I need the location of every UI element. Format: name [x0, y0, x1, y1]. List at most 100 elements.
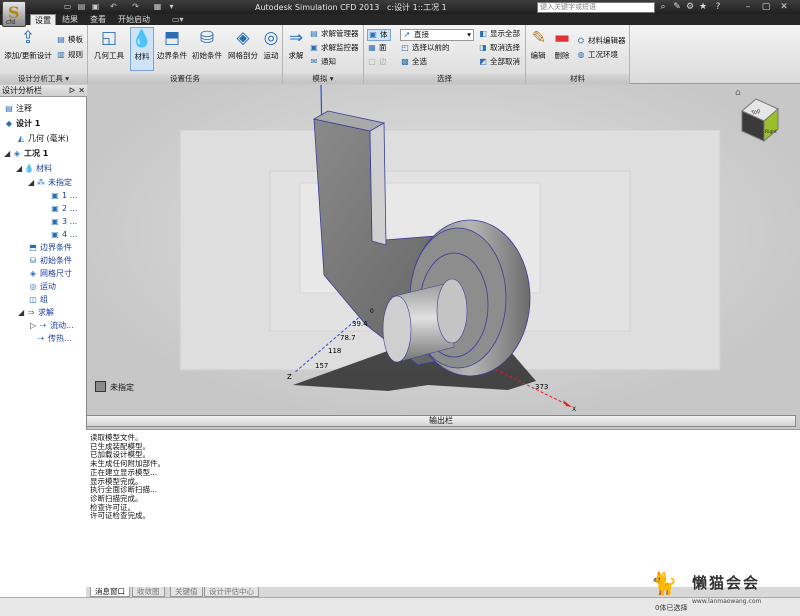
solve-monitor-button[interactable]: ▣ 求解监控器: [309, 43, 358, 53]
legend-label: 未指定: [110, 383, 134, 392]
open-file-icon[interactable]: ▤: [76, 2, 87, 12]
deselect-icon: ◨: [479, 43, 487, 52]
z-tick-label: 78.7: [340, 334, 356, 342]
tab-options-icon[interactable]: ▭▾: [168, 14, 188, 25]
undo-icon[interactable]: ↶: [108, 2, 119, 12]
tree-item-initial-conditions[interactable]: ⛁ 初始条件: [28, 255, 72, 266]
geometry-tools-icon: ◱: [100, 28, 118, 48]
z-tick-label: 39.4: [352, 320, 368, 328]
tab-critical-values[interactable]: 关键值: [170, 587, 203, 597]
model-view[interactable]: 39.4 78.7 118 157 373 0 Z X ⌂ Top Right: [88, 84, 800, 413]
tree-item-solve[interactable]: ◢ ⇒ 求解: [18, 307, 54, 318]
collapse-icon[interactable]: ◢: [4, 148, 10, 159]
title-bar: ▭ ▤ ▣ ↶ ↷ ▦ ▾ Autodesk Simulation CFD 20…: [0, 0, 800, 14]
new-file-icon[interactable]: ▭: [62, 2, 73, 12]
materials-button[interactable]: 💧 材料: [130, 27, 154, 71]
deselect-all-button[interactable]: ◩ 全部取消: [478, 57, 520, 67]
show-all-button[interactable]: ◧ 显示全部: [478, 29, 520, 39]
network-icon[interactable]: ⚙: [684, 1, 696, 13]
select-volume-button[interactable]: ▣ 体: [367, 29, 391, 41]
pin-icon[interactable]: ᐅ: [69, 85, 75, 97]
design-study-bar: 设计分析栏 ᐅ ✕ ▤ 注释 ◆ 设计 1 ◭ 几何 (毫米) ◢ ◈ 工况 1 ◢ 💧 材料 ◢…: [0, 85, 87, 616]
z-tick-label: 157: [315, 362, 328, 370]
search-input[interactable]: 键入关键字或短语: [537, 2, 655, 13]
tree-item-part[interactable]: ▣ 1 ...: [50, 190, 77, 201]
mesh-icon: ◈: [236, 28, 250, 48]
tab-getting-started[interactable]: 开始启动: [114, 14, 154, 25]
favorites-icon[interactable]: ★: [697, 1, 709, 13]
boundary-conditions-button[interactable]: ⬒ 边界条件: [156, 27, 188, 60]
template-button[interactable]: ▤ 模板: [56, 35, 83, 45]
tree-item-part[interactable]: ▣ 3 ...: [50, 216, 77, 227]
material-editor-button[interactable]: ⛭ 材料编辑器: [576, 36, 626, 46]
tree-item-heat-transfer[interactable]: ⇢ 传热...: [36, 333, 72, 344]
deselect-button[interactable]: ◨ 取消选择: [478, 43, 520, 53]
tree-item-notes[interactable]: ▤ 注释: [4, 103, 32, 114]
delete-button[interactable]: ▬ 删除: [550, 27, 574, 60]
initial-conditions-button[interactable]: ⛁ 初始条件: [190, 27, 224, 60]
tree-item-groups[interactable]: ◫ 组: [28, 294, 48, 305]
selection-mode-dropdown[interactable]: ➚ 直接 ▾: [400, 29, 474, 41]
help-icon[interactable]: ?: [712, 1, 724, 13]
tree-item-part[interactable]: ▣ 2 ...: [50, 203, 77, 214]
tree-item-mesh-size[interactable]: ◈ 网格尺寸: [28, 268, 72, 279]
select-surface-button[interactable]: ▦ 面: [367, 43, 386, 53]
application-menu-button[interactable]: Scfd: [2, 1, 26, 27]
motion-button[interactable]: ◎ 运动: [260, 27, 282, 60]
view-cube[interactable]: ⌂ Top Right: [735, 88, 779, 143]
boundary-conditions-icon: ⬒: [163, 28, 181, 48]
edit-button[interactable]: ✎ 编辑: [528, 27, 548, 60]
tree-item-boundary-conditions[interactable]: ⬒ 边界条件: [28, 242, 72, 253]
group-label: 选择: [364, 74, 525, 84]
tools-icon[interactable]: ✎: [671, 1, 683, 13]
collapse-icon[interactable]: ◢: [28, 177, 34, 188]
maximize-icon[interactable]: ▢: [760, 1, 772, 13]
minimize-icon[interactable]: –: [742, 1, 754, 13]
tree-item-materials[interactable]: ◢ 💧 材料: [16, 163, 52, 174]
tree-item-part[interactable]: ▣ 4 ...: [50, 229, 77, 240]
select-edge-button[interactable]: ▢ 边: [367, 57, 386, 67]
output-line: 未生成任何附加部件。: [90, 459, 165, 469]
solve-button[interactable]: ⇒ 求解: [285, 27, 307, 60]
meshing-button[interactable]: ◈ 网格剖分: [226, 27, 260, 60]
tree-item-design-1[interactable]: ◆ 设计 1: [4, 118, 40, 129]
close-icon[interactable]: ✕: [78, 85, 85, 97]
output-bar-header[interactable]: 输出栏: [86, 415, 796, 427]
design-study-bar-header: 设计分析栏 ᐅ ✕: [0, 85, 87, 97]
expand-icon[interactable]: ▷: [30, 320, 36, 331]
tree-item-motion[interactable]: ◎ 运动: [28, 281, 57, 292]
redo-icon[interactable]: ↷: [130, 2, 141, 12]
tab-message-window[interactable]: 消息窗口: [90, 587, 130, 597]
search-icon[interactable]: ⌕: [657, 1, 669, 13]
ribbon-tabs: 设置 结果 查看 开始启动 ▭▾: [0, 14, 800, 25]
geometry-tools-button[interactable]: ◱ 几何工具: [92, 27, 126, 60]
tab-results[interactable]: 结果: [58, 14, 82, 25]
scenario-environment-button[interactable]: ◍ 工况环境: [576, 50, 619, 60]
material-editor-icon: ⛭: [577, 36, 585, 45]
template-icon: ▤: [57, 35, 65, 44]
3d-viewport[interactable]: 39.4 78.7 118 157 373 0 Z X ⌂ Top Right …: [88, 84, 800, 413]
quick-access-dropdown-icon[interactable]: ▾: [166, 2, 177, 12]
add-update-design-button[interactable]: ⇪ 添加/更新设计: [3, 27, 53, 60]
save-icon[interactable]: ▣: [90, 2, 101, 12]
tab-convergence-plot[interactable]: 收敛图: [132, 587, 165, 597]
tree-item-scenario-1[interactable]: ◢ ◈ 工况 1: [4, 148, 48, 159]
select-all-button[interactable]: ▩ 全选: [400, 57, 427, 67]
collapse-icon[interactable]: ◢: [16, 163, 22, 174]
close-icon[interactable]: ✕: [778, 1, 790, 13]
tab-design-review-center[interactable]: 设计评估中心: [204, 587, 259, 597]
collapse-icon[interactable]: ◢: [18, 307, 24, 318]
rules-button[interactable]: ▥ 规则: [56, 50, 83, 60]
home-icon[interactable]: ⌂: [735, 88, 741, 98]
select-previous-button[interactable]: ◰ 选择以前的: [400, 43, 449, 53]
output-line: 读取模型文件。: [90, 433, 143, 442]
tab-view[interactable]: 查看: [86, 14, 110, 25]
view-cube-right-label: Right: [765, 129, 777, 135]
print-icon[interactable]: ▦: [152, 2, 163, 12]
solve-manager-button[interactable]: ▤ 求解管理器: [309, 29, 358, 39]
tree-item-flow[interactable]: ▷ ⇢ 流动...: [30, 320, 74, 331]
tree-item-unassigned[interactable]: ◢ ⁂ 未指定: [28, 177, 72, 188]
tree-item-geometry[interactable]: ◭ 几何 (毫米): [16, 133, 69, 144]
notify-button[interactable]: ✉ 通知: [309, 57, 336, 67]
tab-setup[interactable]: 设置: [30, 14, 56, 25]
